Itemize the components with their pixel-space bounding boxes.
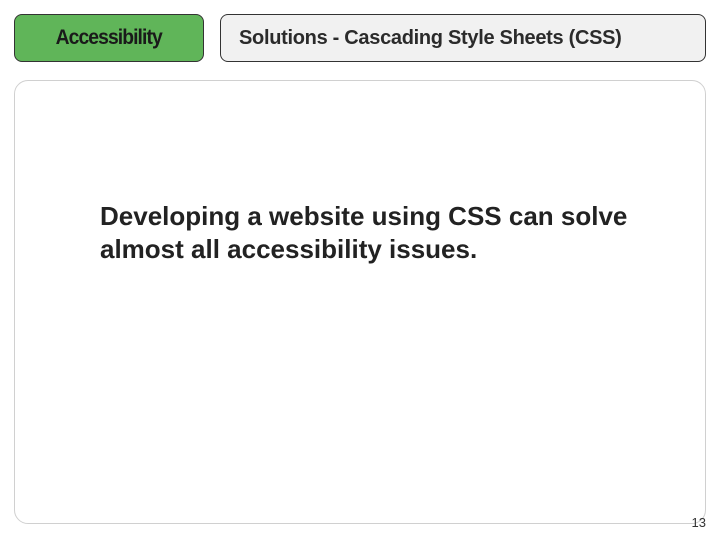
page-number: 13 bbox=[692, 515, 706, 530]
slide-title: Solutions - Cascading Style Sheets (CSS) bbox=[239, 27, 622, 50]
title-bar: Solutions - Cascading Style Sheets (CSS) bbox=[220, 14, 706, 62]
slide: Accessibility Solutions - Cascading Styl… bbox=[0, 0, 720, 540]
content-panel bbox=[14, 80, 706, 524]
slide-header: Accessibility Solutions - Cascading Styl… bbox=[14, 14, 706, 62]
badge-label: Accessibility bbox=[56, 26, 162, 50]
badge-accessibility: Accessibility bbox=[14, 14, 204, 62]
body-text: Developing a website using CSS can solve… bbox=[100, 200, 660, 265]
